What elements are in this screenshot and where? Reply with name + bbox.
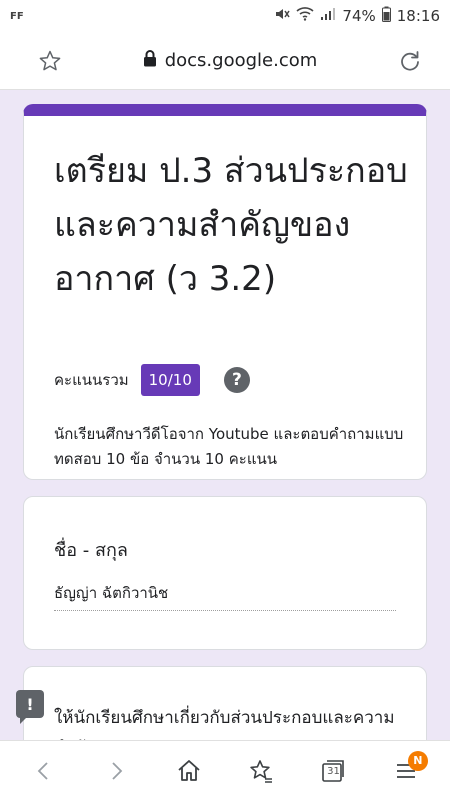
page-content: เตรียม ป.3 ส่วนประกอบและความสำคัญของอากา…	[0, 90, 450, 740]
address-bar: docs.google.com	[0, 32, 450, 90]
lock-icon	[143, 49, 157, 72]
help-icon[interactable]: ?	[223, 367, 250, 393]
battery-icon	[381, 6, 391, 26]
battery-percent: 74%	[342, 7, 376, 25]
status-app-label: FF	[10, 10, 24, 22]
form-description: นักเรียนศึกษาวีดีโอจาก Youtube และตอบคำถ…	[54, 425, 404, 468]
score-label: คะแนนรวม	[54, 371, 129, 389]
question-answer: ธัญญ่า ฉัตกิวานิช	[54, 581, 396, 611]
url-field[interactable]: docs.google.com	[143, 49, 318, 72]
status-icons: 74% 18:16	[274, 6, 440, 26]
home-button[interactable]	[165, 747, 213, 795]
wifi-icon	[296, 7, 314, 25]
url-text: docs.google.com	[164, 50, 318, 71]
reload-icon[interactable]	[396, 47, 424, 75]
feedback-icon[interactable]: !	[16, 690, 44, 724]
form-title: เตรียม ป.3 ส่วนประกอบและความสำคัญของอากา…	[54, 151, 408, 299]
chevron-right-icon	[112, 761, 123, 780]
info-text: ให้นักเรียนศึกษาเกี่ยวกับส่วนประกอบและคว…	[54, 708, 395, 740]
back-button[interactable]	[20, 747, 68, 795]
signal-icon	[320, 7, 336, 25]
status-bar: FF 74% 18:16	[0, 0, 450, 32]
forward-button[interactable]	[92, 747, 140, 795]
bookmarks-star-icon	[250, 759, 273, 783]
tabs-count: 31	[327, 765, 340, 777]
bookmark-star-icon[interactable]	[36, 47, 64, 75]
question-title: ชื่อ - สกุล	[54, 540, 128, 561]
chevron-left-icon	[37, 761, 48, 780]
bookmarks-button[interactable]	[237, 747, 285, 795]
menu-button[interactable]: N	[382, 747, 430, 795]
tabs-button[interactable]: 31	[309, 747, 357, 795]
score-badge: 10/10	[140, 364, 200, 396]
menu-notification-badge: N	[407, 750, 428, 771]
home-icon	[178, 759, 200, 781]
name-question-card: ชื่อ - สกุล ธัญญ่า ฉัตกิวานิช	[23, 496, 427, 650]
score-row: คะแนนรวม 10/10 ?	[54, 364, 250, 396]
info-card: ให้นักเรียนศึกษาเกี่ยวกับส่วนประกอบและคว…	[23, 666, 427, 740]
clock: 18:16	[396, 7, 440, 25]
bottom-nav: 31 N	[0, 740, 450, 800]
form-title-card: เตรียม ป.3 ส่วนประกอบและความสำคัญของอากา…	[23, 104, 427, 480]
mute-icon	[274, 6, 291, 26]
